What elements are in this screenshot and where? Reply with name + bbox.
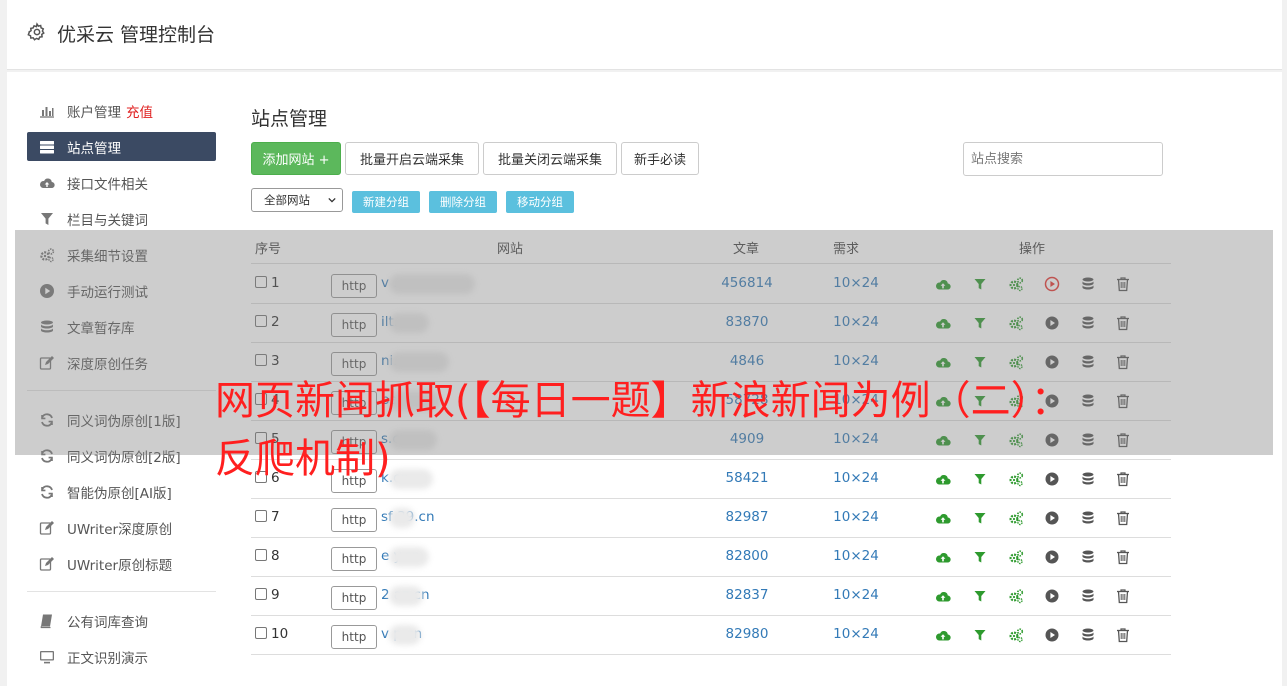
demand-link[interactable]: 10×24 (811, 509, 901, 525)
chevron-down-icon (328, 197, 336, 203)
trash-icon[interactable] (1115, 549, 1131, 565)
headline-text: 网页新闻抓取(【每日一题】新浪新闻为例（二）：反爬机制) (215, 378, 1071, 482)
filter-icon[interactable] (972, 588, 988, 604)
sidebar-item-label: 栏目与关键词 (67, 212, 148, 229)
table-row: 7 http sf 39.cn 82987 10×24 (251, 499, 1171, 538)
table-row: 8httpe y.cn8280010×24 (251, 538, 1171, 577)
batch-open-cloud-button[interactable]: 批量开启云端采集 (345, 142, 479, 175)
article-count-link[interactable]: 82837 (701, 587, 793, 603)
cloud-collect-icon[interactable] (935, 588, 951, 604)
row-checkbox[interactable] (255, 510, 267, 522)
sidebar-item-label: 智能伪原创[AI版] (67, 485, 172, 502)
new-group-button[interactable]: 新建分组 (352, 191, 420, 213)
trash-icon[interactable] (1115, 627, 1131, 643)
sidebar-item-label: UWriter原创标题 (67, 557, 173, 574)
trash-icon[interactable] (1115, 588, 1131, 604)
settings-gears-icon[interactable] (1008, 627, 1024, 643)
trash-icon[interactable] (1115, 510, 1131, 526)
table-row: 10httpv p.cn8298010×24 (251, 616, 1171, 655)
sidebar-item-label: UWriter深度原创 (67, 521, 173, 538)
batch-close-cloud-button[interactable]: 批量关闭云端采集 (483, 142, 617, 175)
database-icon[interactable] (1080, 588, 1096, 604)
protocol-badge[interactable]: http (331, 625, 377, 649)
redaction-blur (389, 547, 429, 567)
group-select-value: 全部网站 (264, 193, 310, 207)
sidebar-item[interactable]: 站点管理 (27, 132, 216, 161)
article-count-link[interactable]: 82980 (701, 626, 793, 642)
group-select[interactable]: 全部网站 (251, 188, 343, 212)
row-index: 10 (271, 626, 289, 642)
page-title: 站点管理 (251, 108, 328, 130)
redaction-blur (389, 586, 423, 606)
sidebar-divider (27, 591, 216, 592)
row-checkbox[interactable] (255, 627, 267, 639)
app-title: 优采云 管理控制台 (57, 24, 216, 46)
cloud-upload-icon (39, 175, 55, 191)
sidebar-item[interactable]: 公有词库查询 (27, 606, 216, 635)
server-icon (39, 139, 55, 155)
cloud-collect-icon[interactable] (935, 510, 951, 526)
redaction-blur (389, 625, 421, 645)
edit-icon (39, 556, 55, 572)
protocol-badge[interactable]: http (331, 508, 377, 532)
run-icon[interactable] (1044, 588, 1060, 604)
settings-gears-icon[interactable] (1008, 588, 1024, 604)
article-count-link[interactable]: 82800 (701, 548, 793, 564)
trash-icon[interactable] (1115, 471, 1131, 487)
sidebar-item[interactable]: 账户管理 充值 (27, 96, 216, 125)
gear-icon[interactable] (27, 22, 47, 42)
sidebar-item[interactable]: 接口文件相关 (27, 168, 216, 197)
recharge-link[interactable]: 充值 (126, 101, 153, 121)
row-index: 7 (271, 509, 280, 525)
table-row: 9http2 az.cn8283710×24 (251, 577, 1171, 616)
sidebar-item[interactable]: 智能伪原创[AI版] (27, 477, 216, 506)
filter-icon[interactable] (972, 627, 988, 643)
sidebar-item[interactable]: 栏目与关键词 (27, 204, 216, 233)
newbie-guide-button[interactable]: 新手必读 (621, 142, 699, 175)
sidebar-item[interactable]: 正文识别演示 (27, 642, 216, 671)
demand-link[interactable]: 10×24 (811, 548, 901, 564)
edit-icon (39, 520, 55, 536)
run-icon[interactable] (1044, 549, 1060, 565)
database-icon[interactable] (1080, 549, 1096, 565)
filter-icon (39, 211, 55, 227)
sidebar-item[interactable]: UWriter原创标题 (27, 549, 216, 578)
sidebar-item-label: 站点管理 (67, 140, 121, 157)
article-count-link[interactable]: 82987 (701, 509, 793, 525)
settings-gears-icon[interactable] (1008, 510, 1024, 526)
book-icon (39, 613, 55, 629)
run-icon[interactable] (1044, 627, 1060, 643)
row-index: 8 (271, 548, 280, 564)
row-index: 9 (271, 587, 280, 603)
app-header: 优采云 管理控制台 (7, 0, 1282, 70)
database-icon[interactable] (1080, 510, 1096, 526)
protocol-badge[interactable]: http (331, 547, 377, 571)
cloud-collect-icon[interactable] (935, 627, 951, 643)
demand-link[interactable]: 10×24 (811, 626, 901, 642)
move-group-button[interactable]: 移动分组 (506, 191, 574, 213)
sidebar-item-label: 账户管理 (67, 104, 121, 121)
monitor-icon (39, 649, 55, 665)
sidebar-item-label: 接口文件相关 (67, 176, 148, 193)
sidebar-item-label: 公有词库查询 (67, 614, 148, 631)
sidebar-item[interactable]: UWriter深度原创 (27, 513, 216, 542)
delete-group-button[interactable]: 删除分组 (429, 191, 497, 213)
add-site-button[interactable]: 添加网站 + (251, 142, 341, 175)
filter-icon[interactable] (972, 510, 988, 526)
settings-gears-icon[interactable] (1008, 549, 1024, 565)
protocol-badge[interactable]: http (331, 586, 377, 610)
database-icon[interactable] (1080, 627, 1096, 643)
run-icon[interactable] (1044, 510, 1060, 526)
filter-icon[interactable] (972, 549, 988, 565)
redaction-blur (389, 508, 415, 528)
bar-chart-icon (39, 103, 55, 119)
site-search-input[interactable] (963, 142, 1163, 176)
row-checkbox[interactable] (255, 588, 267, 600)
demand-link[interactable]: 10×24 (811, 587, 901, 603)
cloud-collect-icon[interactable] (935, 549, 951, 565)
row-checkbox[interactable] (255, 549, 267, 561)
refresh-icon (39, 484, 55, 500)
sidebar-item-label: 正文识别演示 (67, 650, 148, 667)
